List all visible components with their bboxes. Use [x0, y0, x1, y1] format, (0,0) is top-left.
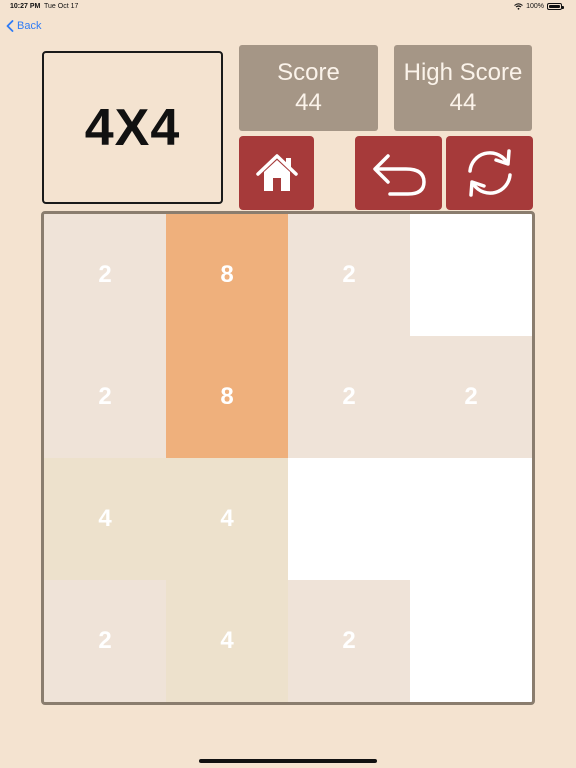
mode-label: 4X4 [84, 98, 181, 157]
high-score-box: High Score 44 [394, 45, 532, 131]
tile-2: 2 [288, 336, 410, 458]
home-indicator [199, 759, 377, 763]
game-screen: 10:27 PM Tue Oct 17 100% Back 4X4 Score … [0, 0, 576, 768]
tile-2: 2 [44, 336, 166, 458]
status-time: 10:27 PM [10, 3, 41, 10]
score-value: 44 [295, 89, 322, 116]
status-right: 100% [514, 3, 564, 10]
high-score-value: 44 [449, 89, 477, 116]
tile-4: 4 [166, 580, 288, 702]
chevron-left-icon [6, 20, 14, 32]
undo-button[interactable] [355, 136, 442, 210]
restart-button[interactable] [446, 136, 533, 210]
wifi-icon [514, 3, 523, 10]
home-icon [253, 149, 301, 197]
battery-icon [547, 3, 564, 10]
status-date: Tue Oct 17 [44, 3, 79, 10]
restart-icon [460, 145, 520, 201]
tile-8: 8 [166, 336, 288, 458]
game-board[interactable]: 282282244242 [41, 211, 535, 705]
status-bar: 10:27 PM Tue Oct 17 100% [0, 0, 576, 14]
mode-box: 4X4 [42, 51, 223, 204]
score-label: Score [277, 59, 340, 86]
tile-4: 4 [166, 458, 288, 580]
tile-8: 8 [166, 214, 288, 336]
tile-4: 4 [44, 458, 166, 580]
battery-percent: 100% [526, 3, 544, 10]
tile-2: 2 [410, 336, 532, 458]
score-box: Score 44 [239, 45, 378, 131]
tile-2: 2 [288, 214, 410, 336]
home-button[interactable] [239, 136, 314, 210]
tile-2: 2 [44, 214, 166, 336]
back-button[interactable]: Back [6, 20, 41, 32]
high-score-label: High Score [403, 59, 523, 86]
tile-2: 2 [288, 580, 410, 702]
undo-icon [366, 147, 432, 199]
back-label: Back [17, 20, 42, 32]
tile-2: 2 [44, 580, 166, 702]
